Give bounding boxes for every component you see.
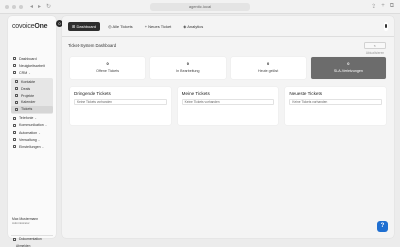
window-controls[interactable] bbox=[5, 5, 23, 9]
tab-bar: ⊞ Dashboard ◎ Alle Tickets + Neues Ticke… bbox=[68, 22, 207, 31]
stat-value: 0 bbox=[106, 61, 109, 66]
deal-icon bbox=[15, 87, 18, 91]
folder-icon bbox=[13, 138, 16, 142]
panel-urgent-tickets: Dringende Tickets Keine Tickets vorhande… bbox=[70, 87, 171, 125]
sidebar-item-projects[interactable]: Projekte bbox=[11, 92, 53, 99]
sidebar-item-contacts[interactable]: Kontakte bbox=[11, 79, 53, 86]
share-icon[interactable]: ⇪ bbox=[371, 3, 376, 10]
reload-icon[interactable]: ↻ bbox=[46, 3, 51, 10]
dashboard-icon: ⊞ bbox=[72, 24, 76, 29]
minimize-window-dot[interactable] bbox=[12, 5, 16, 9]
panel-title: Neueste Tickets bbox=[289, 91, 323, 96]
ticket-panels: Dringende Tickets Keine Tickets vorhande… bbox=[70, 87, 387, 125]
chevron-down-icon: ⌄ bbox=[41, 144, 45, 149]
panel-my-tickets: Meine Tickets Keine Tickets vorhanden bbox=[177, 87, 279, 125]
sidebar-item-communication[interactable]: Kommunikation ⌄ bbox=[11, 122, 53, 129]
logout-button[interactable]: Abmelden bbox=[16, 244, 30, 248]
refresh-button[interactable]: ↻ Aktualisieren bbox=[364, 42, 386, 55]
chat-icon bbox=[13, 123, 16, 127]
sidebar-item-news[interactable]: Neuigkeitsarbeit bbox=[11, 62, 53, 69]
project-icon bbox=[15, 94, 18, 98]
back-icon[interactable]: ◂ bbox=[30, 3, 33, 10]
panel-newest-tickets: Neueste Tickets Keine Tickets vorhanden bbox=[285, 87, 387, 125]
tab-all-tickets[interactable]: ◎ Alle Tickets bbox=[104, 22, 137, 31]
browser-window: ◂ ▸ ↻ agentic.local ⇪ + ⧉ covoiceOne Das… bbox=[0, 0, 400, 248]
stat-card-sla[interactable]: 0 SLA-Verletzungen bbox=[310, 57, 386, 79]
app-logo[interactable]: covoiceOne bbox=[12, 23, 48, 30]
chevron-down-icon: ⌄ bbox=[44, 123, 48, 128]
chevron-down-icon: ⌄ bbox=[28, 70, 31, 75]
maximize-window-dot[interactable] bbox=[19, 5, 23, 9]
sidebar-item-settings[interactable]: Einstellungen ⌄ bbox=[11, 143, 53, 150]
close-window-dot[interactable] bbox=[5, 5, 9, 9]
phone-icon bbox=[13, 116, 16, 120]
grid-icon bbox=[13, 57, 16, 61]
theme-toggle[interactable] bbox=[384, 22, 388, 31]
plus-icon: + bbox=[144, 24, 148, 29]
stat-label: Offene Tickets bbox=[96, 69, 120, 73]
empty-state: Keine Tickets vorhanden bbox=[289, 99, 383, 105]
stat-value: 0 bbox=[347, 61, 350, 66]
browser-titlebar: ◂ ▸ ↻ agentic.local ⇪ + ⧉ bbox=[0, 0, 400, 14]
stat-value: 0 bbox=[186, 61, 189, 66]
sidebar-item-administration[interactable]: Verwaltung ⌄ bbox=[11, 136, 53, 143]
header-divider bbox=[62, 36, 394, 37]
bolt-icon bbox=[13, 131, 16, 135]
gear-icon bbox=[13, 145, 16, 149]
contact-icon bbox=[15, 80, 18, 84]
document-icon bbox=[13, 237, 16, 241]
sidebar-nav: Dashboard Neuigkeitsarbeit CRM ⌄ Kontakte… bbox=[11, 55, 53, 150]
sidebar-item-telephony[interactable]: Telefonie ⌄ bbox=[11, 115, 53, 122]
browser-nav-buttons: ◂ ▸ ↻ bbox=[30, 3, 51, 10]
chevron-down-icon: ⌄ bbox=[37, 137, 41, 142]
stat-label: Heute gelöst bbox=[258, 69, 279, 73]
stat-value: 0 bbox=[267, 61, 270, 66]
stat-cards: 0 Offene Tickets 0 In Bearbeitung 0 Heut… bbox=[70, 57, 386, 79]
forward-icon[interactable]: ▸ bbox=[38, 3, 41, 10]
stat-label: SLA-Verletzungen bbox=[333, 69, 363, 73]
sidebar-item-dashboard[interactable]: Dashboard bbox=[11, 55, 53, 62]
panel-title: Meine Tickets bbox=[181, 91, 210, 96]
empty-state: Keine Tickets vorhanden bbox=[181, 99, 275, 105]
chevron-down-icon: ⌄ bbox=[38, 130, 41, 135]
sidebar-item-tickets[interactable]: Tickets bbox=[11, 105, 53, 113]
empty-state: Keine Tickets vorhanden bbox=[74, 99, 167, 105]
stat-card-open[interactable]: 0 Offene Tickets bbox=[70, 57, 146, 79]
tabs-overview-icon[interactable]: ⧉ bbox=[390, 3, 394, 10]
page-title: Ticket-System Dashboard bbox=[68, 43, 117, 48]
panel-title: Dringende Tickets bbox=[74, 91, 111, 96]
sidebar: covoiceOne Dashboard Neuigkeitsarbeit CR… bbox=[8, 16, 56, 248]
crm-submenu: Kontakte Deals Projekte Kalender Tickets bbox=[11, 77, 53, 114]
documentation-link[interactable]: Dokumentation bbox=[11, 235, 53, 241]
news-icon bbox=[13, 64, 16, 68]
browser-tool-buttons: ⇪ + ⧉ bbox=[371, 3, 394, 10]
sidebar-item-automation[interactable]: Automation ⌄ bbox=[11, 129, 53, 136]
sidebar-item-calendar[interactable]: Kalender bbox=[11, 99, 53, 106]
tab-analytics[interactable]: ◈ Analytics bbox=[179, 22, 207, 31]
chevron-down-icon: ⌄ bbox=[34, 116, 37, 121]
calendar-icon bbox=[15, 100, 18, 104]
users-icon bbox=[13, 71, 16, 75]
stat-label: In Bearbeitung bbox=[176, 69, 200, 73]
sidebar-item-deals[interactable]: Deals bbox=[11, 85, 53, 92]
help-button[interactable]: ? bbox=[377, 221, 388, 232]
analytics-icon: ◈ bbox=[183, 24, 187, 29]
sidebar-item-crm[interactable]: CRM ⌄ bbox=[11, 69, 53, 76]
user-role: Administrator bbox=[12, 221, 30, 225]
user-info[interactable]: Max Mustermann Administrator bbox=[12, 217, 38, 225]
tab-new-ticket[interactable]: + Neues Ticket bbox=[141, 22, 176, 31]
new-tab-icon[interactable]: + bbox=[381, 3, 385, 10]
tab-dashboard[interactable]: ⊞ Dashboard bbox=[68, 22, 101, 31]
main-content: ⊞ Dashboard ◎ Alle Tickets + Neues Ticke… bbox=[62, 16, 394, 238]
stat-card-solved-today[interactable]: 0 Heute gelöst bbox=[230, 57, 306, 79]
stat-card-in-progress[interactable]: 0 In Bearbeitung bbox=[150, 57, 226, 79]
ticket-icon bbox=[15, 107, 18, 111]
address-bar[interactable]: agentic.local bbox=[150, 3, 250, 11]
